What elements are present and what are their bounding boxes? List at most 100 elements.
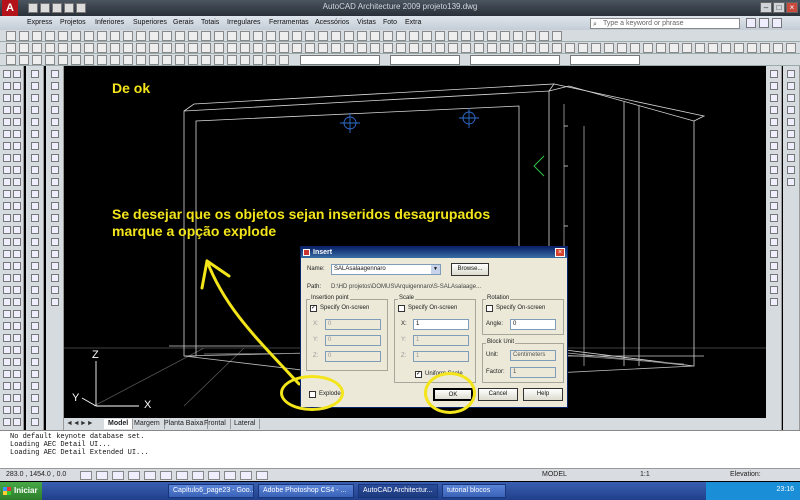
properties-tool-icon[interactable] xyxy=(227,55,237,65)
standard-tool-icon[interactable] xyxy=(58,31,68,41)
menu-item-gerais[interactable]: Gerais xyxy=(170,17,197,29)
left-modify-tool-icon[interactable] xyxy=(31,226,39,234)
draw-tool-icon[interactable] xyxy=(578,43,588,53)
left-modify-tool-icon[interactable] xyxy=(31,106,39,114)
right-view-tool-icon[interactable] xyxy=(770,202,778,210)
browse-button[interactable]: Browse... xyxy=(451,263,489,276)
left-draw-tool-icon[interactable] xyxy=(3,82,11,90)
properties-tool-icon[interactable] xyxy=(136,55,146,65)
left-extra-tool-icon[interactable] xyxy=(51,70,59,78)
standard-tool-icon[interactable] xyxy=(279,31,289,41)
left-draw-tool-icon[interactable] xyxy=(3,334,11,342)
menu-item-totais[interactable]: Totais xyxy=(198,17,222,29)
draw-tool-icon[interactable] xyxy=(188,43,198,53)
left-modify-tool-icon[interactable] xyxy=(31,118,39,126)
scale-specify-checkbox[interactable] xyxy=(398,305,405,312)
left-draw-tool-icon[interactable] xyxy=(3,250,11,258)
left-draw-tool-icon[interactable] xyxy=(3,190,11,198)
left-draw-tool-icon[interactable] xyxy=(13,346,21,354)
standard-tool-icon[interactable] xyxy=(188,31,198,41)
left-extra-tool-icon[interactable] xyxy=(51,286,59,294)
left-extra-tool-icon[interactable] xyxy=(51,214,59,222)
left-draw-tool-icon[interactable] xyxy=(13,166,21,174)
dialog-close-icon[interactable]: × xyxy=(555,248,565,257)
left-modify-tool-icon[interactable] xyxy=(31,94,39,102)
left-draw-tool-icon[interactable] xyxy=(13,190,21,198)
draw-tool-icon[interactable] xyxy=(786,43,796,53)
draw-tool-icon[interactable] xyxy=(630,43,640,53)
task-autocad[interactable]: AutoCAD Architectur... xyxy=(358,484,438,498)
draw-tool-icon[interactable] xyxy=(84,43,94,53)
standard-tool-icon[interactable] xyxy=(435,31,445,41)
tab-frontal[interactable]: Frontal xyxy=(200,419,231,429)
left-draw-tool-icon[interactable] xyxy=(13,370,21,378)
scale-z-field[interactable]: 1 xyxy=(413,351,469,362)
left-draw-tool-icon[interactable] xyxy=(3,358,11,366)
left-modify-tool-icon[interactable] xyxy=(31,154,39,162)
draw-tool-icon[interactable] xyxy=(175,43,185,53)
standard-tool-icon[interactable] xyxy=(162,31,172,41)
left-modify-tool-icon[interactable] xyxy=(31,322,39,330)
right-view-tool-icon[interactable] xyxy=(770,286,778,294)
left-draw-tool-icon[interactable] xyxy=(13,382,21,390)
draw-tool-icon[interactable] xyxy=(32,43,42,53)
draw-tool-icon[interactable] xyxy=(500,43,510,53)
right-view-tool-icon[interactable] xyxy=(770,178,778,186)
start-button[interactable]: Iniciar xyxy=(0,482,42,500)
standard-tool-icon[interactable] xyxy=(214,31,224,41)
left-modify-tool-icon[interactable] xyxy=(31,130,39,138)
left-extra-tool-icon[interactable] xyxy=(51,166,59,174)
left-extra-tool-icon[interactable] xyxy=(51,250,59,258)
left-draw-tool-icon[interactable] xyxy=(13,310,21,318)
left-modify-tool-icon[interactable] xyxy=(31,274,39,282)
left-modify-tool-icon[interactable] xyxy=(31,358,39,366)
draw-tool-icon[interactable] xyxy=(357,43,367,53)
standard-tool-icon[interactable] xyxy=(45,31,55,41)
left-draw-tool-icon[interactable] xyxy=(3,238,11,246)
properties-tool-icon[interactable] xyxy=(201,55,211,65)
standard-tool-icon[interactable] xyxy=(201,31,211,41)
draw-tool-icon[interactable] xyxy=(279,43,289,53)
standard-tool-icon[interactable] xyxy=(331,31,341,41)
left-extra-tool-icon[interactable] xyxy=(51,118,59,126)
standard-tool-icon[interactable] xyxy=(240,31,250,41)
left-extra-tool-icon[interactable] xyxy=(51,94,59,102)
insertion-specify-checkbox[interactable]: ✓ xyxy=(310,305,317,312)
left-draw-tool-icon[interactable] xyxy=(13,106,21,114)
draw-tool-icon[interactable] xyxy=(305,43,315,53)
draw-tool-icon[interactable] xyxy=(760,43,770,53)
properties-tool-icon[interactable] xyxy=(84,55,94,65)
left-modify-tool-icon[interactable] xyxy=(31,370,39,378)
name-combo[interactable]: SALAsalaagennaro ▼ xyxy=(331,264,441,275)
properties-tool-icon[interactable] xyxy=(6,55,16,65)
properties-tool-icon[interactable] xyxy=(188,55,198,65)
menu-item-extra[interactable]: Extra xyxy=(402,17,424,29)
standard-tool-icon[interactable] xyxy=(318,31,328,41)
left-extra-tool-icon[interactable] xyxy=(51,190,59,198)
left-modify-tool-icon[interactable] xyxy=(31,394,39,402)
properties-tool-icon[interactable] xyxy=(123,55,133,65)
task-chrome[interactable]: Capítulo6_page23 - Goo... xyxy=(168,484,254,498)
draw-tool-icon[interactable] xyxy=(123,43,133,53)
draw-tool-icon[interactable] xyxy=(539,43,549,53)
left-draw-tool-icon[interactable] xyxy=(13,82,21,90)
standard-tool-icon[interactable] xyxy=(474,31,484,41)
standard-tool-icon[interactable] xyxy=(110,31,120,41)
draw-tool-icon[interactable] xyxy=(383,43,393,53)
standard-tool-icon[interactable] xyxy=(97,31,107,41)
standard-tool-icon[interactable] xyxy=(409,31,419,41)
draw-tool-icon[interactable] xyxy=(591,43,601,53)
draw-tool-icon[interactable] xyxy=(214,43,224,53)
left-draw-tool-icon[interactable] xyxy=(3,226,11,234)
insertion-y-field[interactable]: 0 xyxy=(325,335,381,346)
help-search-input[interactable]: ⌕ Type a keyword or phrase xyxy=(590,18,740,29)
left-modify-tool-icon[interactable] xyxy=(31,82,39,90)
left-draw-tool-icon[interactable] xyxy=(13,226,21,234)
left-draw-tool-icon[interactable] xyxy=(3,382,11,390)
left-modify-tool-icon[interactable] xyxy=(31,334,39,342)
draw-tool-icon[interactable] xyxy=(149,43,159,53)
standard-tool-icon[interactable] xyxy=(487,31,497,41)
status-toggle-icon[interactable] xyxy=(112,471,124,480)
left-draw-tool-icon[interactable] xyxy=(13,70,21,78)
left-modify-tool-icon[interactable] xyxy=(31,166,39,174)
